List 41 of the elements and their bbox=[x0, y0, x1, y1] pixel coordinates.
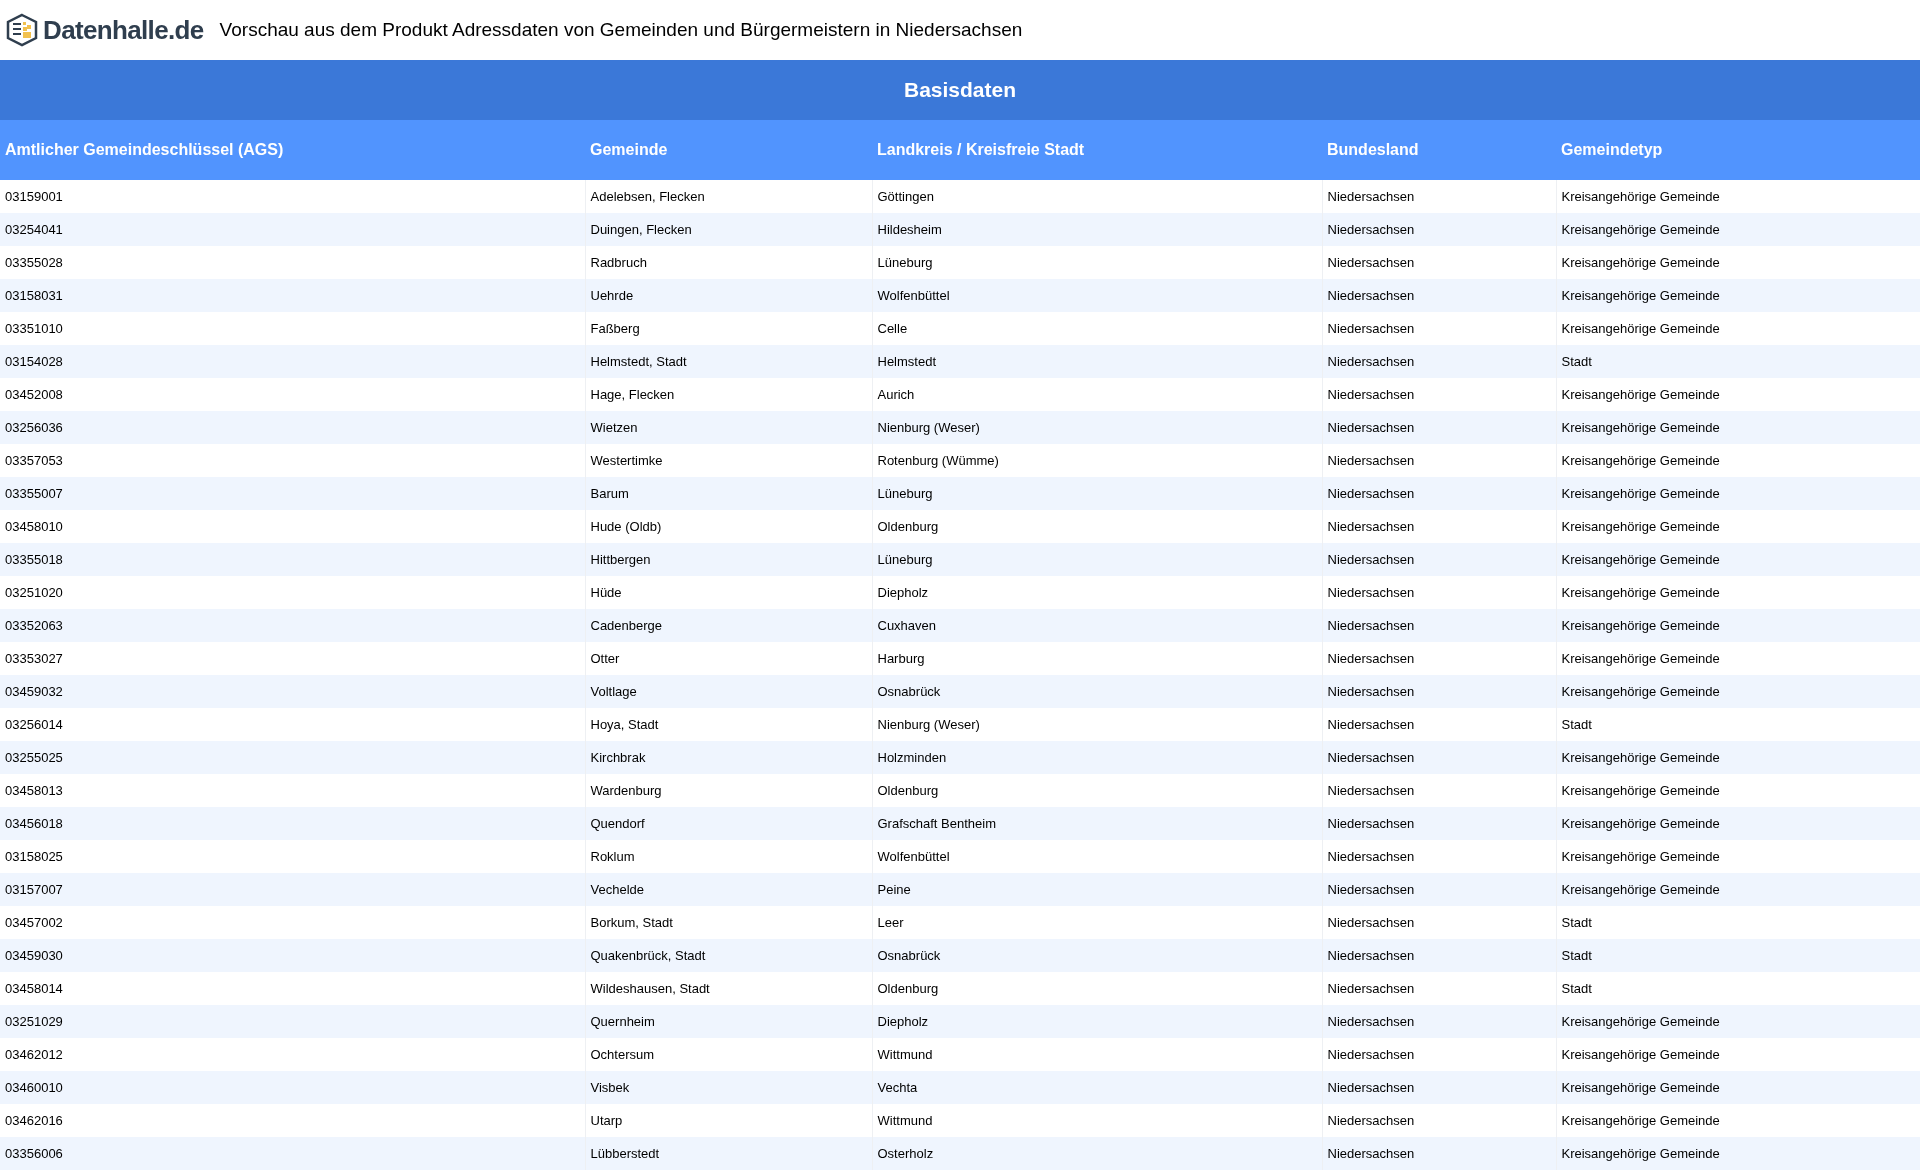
table-cell: 03457002 bbox=[0, 906, 585, 939]
table-cell: 03256014 bbox=[0, 708, 585, 741]
column-header: Bundesland bbox=[1322, 120, 1556, 180]
table-cell: 03357053 bbox=[0, 444, 585, 477]
section-banner: Basisdaten bbox=[0, 60, 1920, 120]
table-cell: 03353027 bbox=[0, 642, 585, 675]
column-header: Gemeindetyp bbox=[1556, 120, 1920, 180]
table-cell: 03159001 bbox=[0, 180, 585, 213]
table-cell: Osterholz bbox=[872, 1137, 1322, 1170]
table-cell: 03460010 bbox=[0, 1071, 585, 1104]
table-cell: 03458010 bbox=[0, 510, 585, 543]
table-cell: Lübberstedt bbox=[585, 1137, 872, 1170]
table-cell: 03157007 bbox=[0, 873, 585, 906]
column-header: Gemeinde bbox=[585, 120, 872, 180]
table-cell: 03355018 bbox=[0, 543, 585, 576]
table-cell: 03251029 bbox=[0, 1005, 585, 1038]
table-cell: 03352063 bbox=[0, 609, 585, 642]
table-cell: 03154028 bbox=[0, 345, 585, 378]
table-cell: 03459032 bbox=[0, 675, 585, 708]
table-cell: 03462012 bbox=[0, 1038, 585, 1071]
table-cell: 03355007 bbox=[0, 477, 585, 510]
logo-text[interactable]: Datenhalle.de bbox=[43, 10, 204, 50]
table-cell: 03456018 bbox=[0, 807, 585, 840]
table-cell: 03251020 bbox=[0, 576, 585, 609]
column-header: Landkreis / Kreisfreie Stadt bbox=[872, 120, 1322, 180]
table-cell: 03458014 bbox=[0, 972, 585, 1005]
table-cell: 03256036 bbox=[0, 411, 585, 444]
table-cell: 03458013 bbox=[0, 774, 585, 807]
table-cell: 03462016 bbox=[0, 1104, 585, 1137]
table-cell: Niedersachsen bbox=[1322, 1137, 1556, 1170]
table-cell: 03355028 bbox=[0, 246, 585, 279]
column-header: Amtlicher Gemeindeschlüssel (AGS) bbox=[0, 120, 585, 180]
table-cell: 03459030 bbox=[0, 939, 585, 972]
page-title: Vorschau aus dem Produkt Adressdaten von Gemeinden und Bürgermeistern in Niedersachsen bbox=[219, 17, 1023, 42]
table-cell: 03255025 bbox=[0, 741, 585, 774]
table-cell: 03158025 bbox=[0, 840, 585, 873]
table-cell: 03356006 bbox=[0, 1137, 585, 1170]
table-cell: 03351010 bbox=[0, 312, 585, 345]
table-cell: 03452008 bbox=[0, 378, 585, 411]
table-cell: Kreisangehörige Gemeinde bbox=[1556, 1137, 1920, 1170]
logo-icon bbox=[5, 13, 39, 47]
